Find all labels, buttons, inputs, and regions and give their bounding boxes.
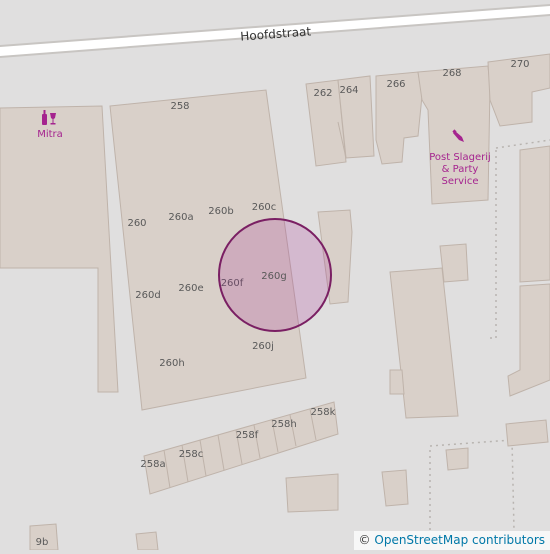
map-canvas[interactable]: Hoofdstraat 258 260 260a 260b 260c 260d … — [0, 0, 550, 551]
house-number: 260 — [127, 218, 146, 229]
building-east-block-1 — [519, 145, 550, 283]
house-number: 258f — [236, 430, 259, 441]
house-number: 9b — [36, 537, 49, 548]
openstreetmap-attribution-link[interactable]: OpenStreetMap contributors — [374, 533, 545, 547]
house-number: 258c — [179, 449, 204, 460]
house-number: 264 — [339, 85, 358, 96]
house-number: 260a — [168, 212, 193, 223]
map-view[interactable]: Hoofdstraat 258 260 260a 260b 260c 260d … — [0, 0, 550, 551]
house-number: 258k — [311, 407, 336, 418]
house-number: 258a — [140, 459, 165, 470]
building-south-b — [381, 469, 409, 507]
house-number: 260j — [252, 341, 274, 352]
building-south-a — [285, 473, 339, 513]
house-number: 270 — [510, 59, 529, 70]
poi-label: Mitra — [37, 129, 63, 140]
house-number: 260c — [252, 202, 277, 213]
house-number: 258h — [271, 419, 296, 430]
poi-label-line: & Party — [442, 164, 479, 175]
house-number: 260b — [208, 206, 233, 217]
house-number: 266 — [386, 79, 405, 90]
house-number: 262 — [313, 88, 332, 99]
house-number: 258 — [170, 101, 189, 112]
house-number: 260h — [159, 358, 184, 369]
building-mid-edge — [389, 369, 405, 395]
building-south-c — [135, 531, 159, 551]
building-south-east — [505, 419, 549, 447]
house-number: 260e — [178, 283, 203, 294]
poi-label-line: Service — [442, 176, 479, 187]
copyright-symbol: © — [358, 533, 371, 547]
building-south-small — [445, 447, 469, 471]
house-number: 260d — [135, 290, 160, 301]
poi-label-line: Post Slagerij — [429, 152, 491, 163]
building-mid-small — [439, 243, 469, 283]
house-number: 268 — [442, 68, 461, 79]
map-attribution: © OpenStreetMap contributors — [353, 531, 550, 550]
house-number: 260g — [261, 271, 286, 282]
